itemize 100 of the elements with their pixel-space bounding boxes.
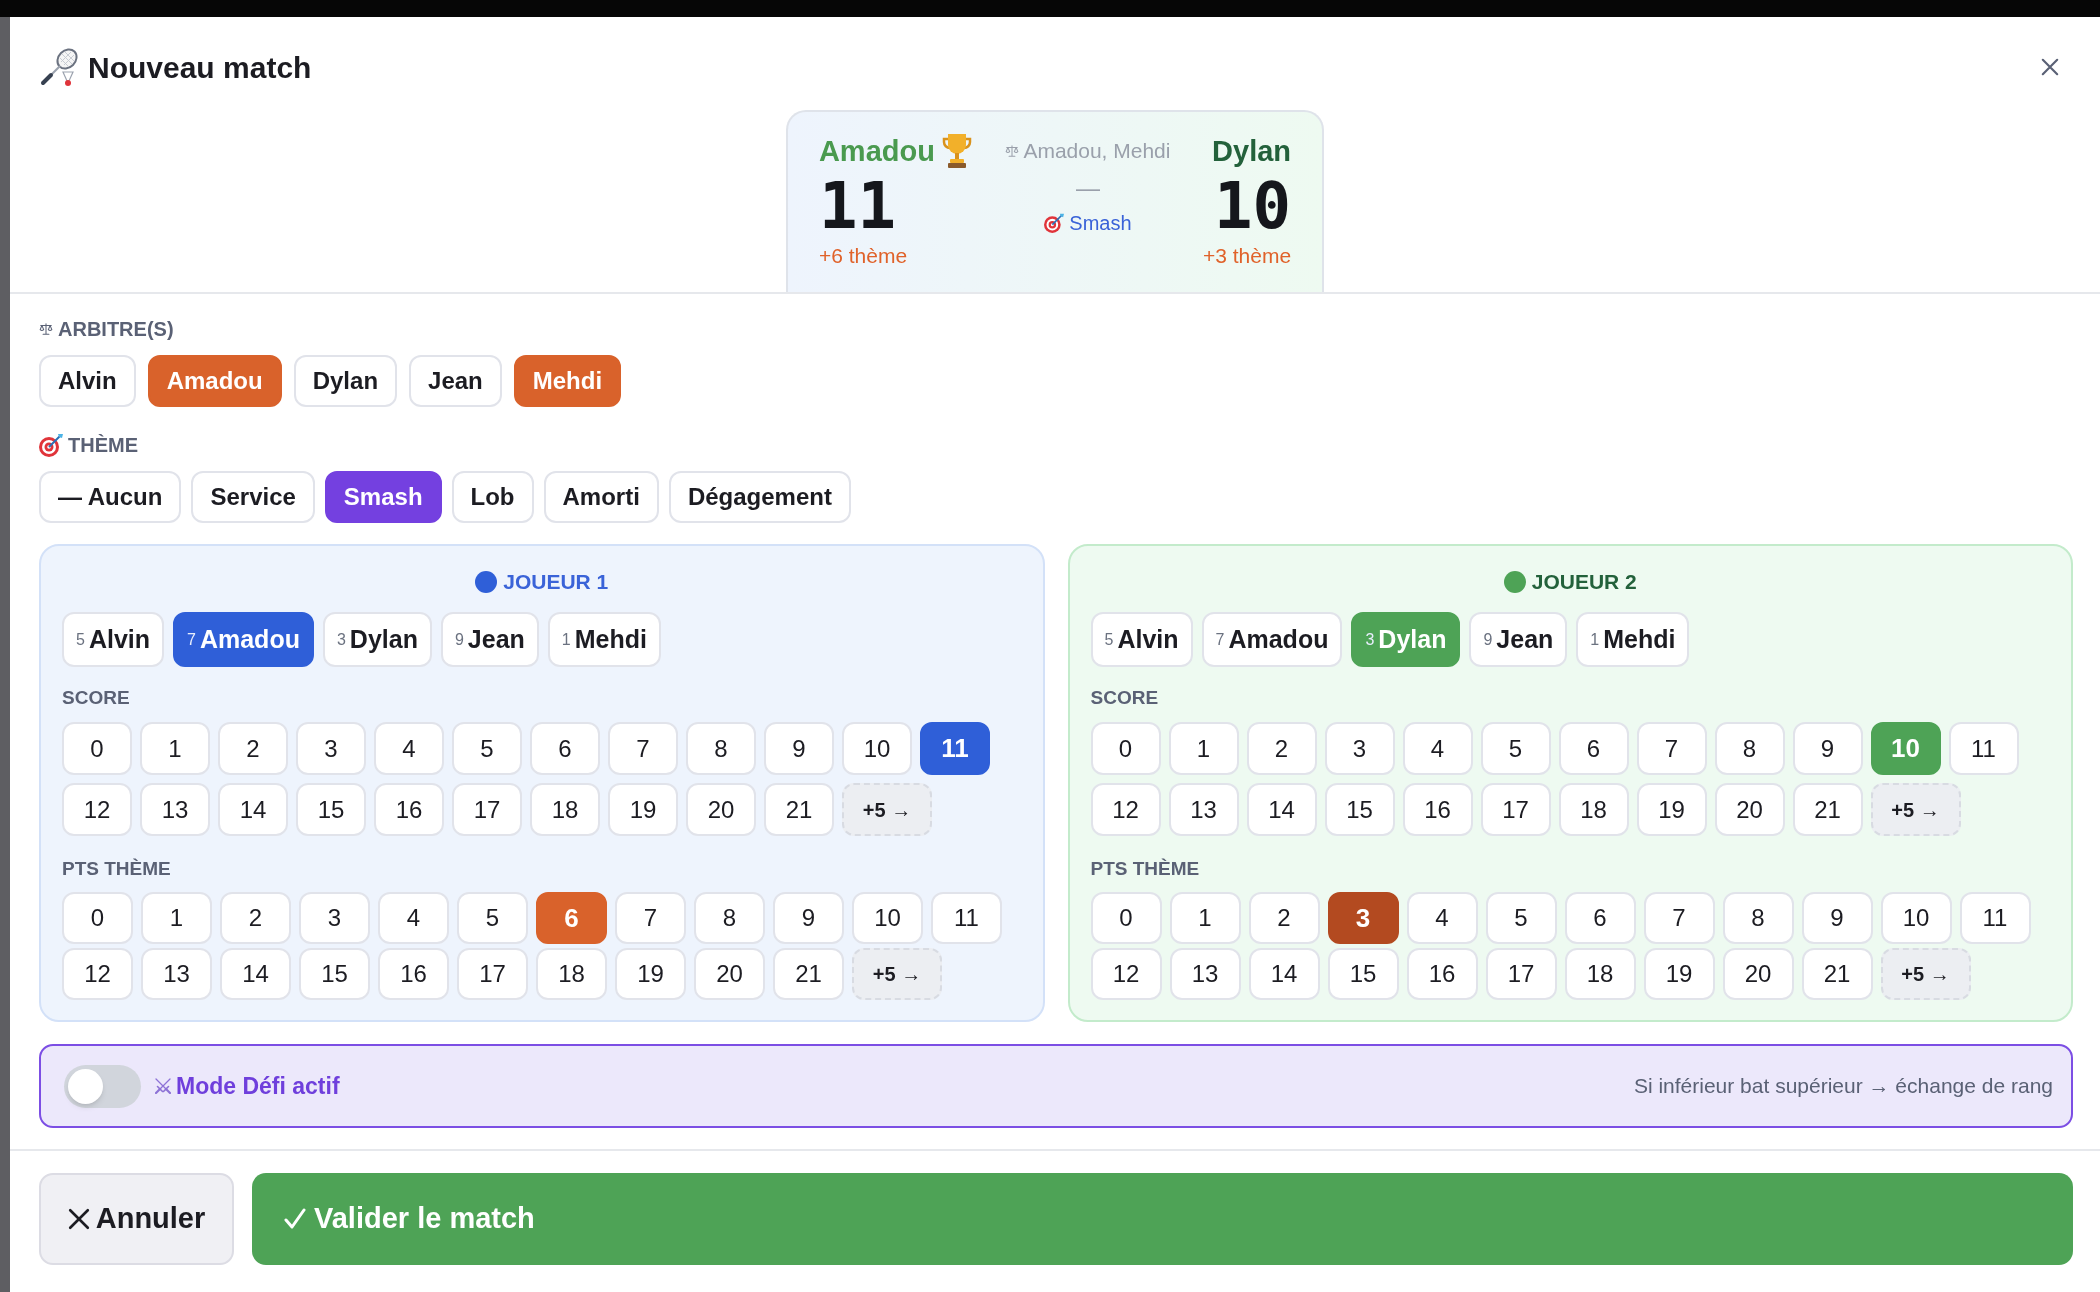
number-option[interactable]: 20 [686,783,756,836]
number-option[interactable]: 8 [686,722,756,775]
number-option[interactable]: 2 [218,722,288,775]
number-option[interactable]: 8 [1722,892,1794,944]
number-option[interactable]: 1 [141,892,212,944]
number-option[interactable]: 0 [62,722,132,775]
number-option[interactable]: 14 [218,783,288,836]
more-button[interactable]: +5 → [1870,783,1961,836]
number-option[interactable]: 5 [1480,722,1551,775]
number-option[interactable]: 10 [852,892,923,944]
number-option[interactable]: 18 [536,948,607,1000]
referee-chip[interactable]: Mehdi [513,355,622,407]
number-option[interactable]: 12 [62,783,132,836]
number-option[interactable]: 16 [378,948,449,1000]
number-option[interactable]: 12 [62,948,133,1000]
number-option[interactable]: 6 [536,892,607,944]
theme-chip[interactable]: Amorti [543,471,659,523]
number-option[interactable]: 12 [1090,948,1162,1000]
number-option[interactable]: 16 [1406,948,1478,1000]
number-option[interactable]: 20 [1714,783,1785,836]
number-option[interactable]: 13 [1169,948,1241,1000]
number-option[interactable]: 1 [140,722,210,775]
number-option[interactable]: 17 [1480,783,1551,836]
number-option[interactable]: 10 [1880,892,1952,944]
number-option[interactable]: 5 [452,722,522,775]
referee-chip[interactable]: Dylan [293,355,398,407]
number-option[interactable]: 3 [1327,892,1399,944]
number-option[interactable]: 2 [1246,722,1317,775]
number-option[interactable]: 6 [530,722,600,775]
player-chip[interactable]: 1 Mehdi [547,612,661,667]
referee-chip[interactable]: Jean [409,355,502,407]
number-option[interactable]: 19 [615,948,686,1000]
player-chip[interactable]: 5 Alvin [1090,612,1193,667]
number-option[interactable]: 3 [1324,722,1395,775]
number-option[interactable]: 0 [62,892,133,944]
referee-chip[interactable]: Amadou [147,355,282,407]
cancel-button[interactable]: Annuler [39,1173,234,1265]
theme-chip[interactable]: Service [191,471,315,523]
player-chip[interactable]: 9 Jean [440,612,539,667]
number-option[interactable]: 5 [457,892,528,944]
number-option[interactable]: 9 [1792,722,1863,775]
number-option[interactable]: 18 [1564,948,1636,1000]
number-option[interactable]: 8 [694,892,765,944]
number-option[interactable]: 4 [1402,722,1473,775]
number-option[interactable]: 4 [374,722,444,775]
referee-chip[interactable]: Alvin [39,355,136,407]
theme-chip[interactable]: Lob [451,471,534,523]
number-option[interactable]: 12 [1090,783,1161,836]
number-option[interactable]: 18 [1558,783,1629,836]
number-option[interactable]: 11 [1959,892,2031,944]
number-option[interactable]: 6 [1564,892,1636,944]
number-option[interactable]: 7 [1636,722,1707,775]
number-option[interactable]: 9 [1801,892,1873,944]
number-option[interactable]: 1 [1169,892,1241,944]
number-option[interactable]: 21 [1792,783,1863,836]
theme-chip[interactable]: — Aucun [39,471,182,523]
number-option[interactable]: 14 [220,948,291,1000]
number-option[interactable]: 17 [457,948,528,1000]
number-option[interactable]: 16 [374,783,444,836]
player-chip[interactable]: 3 Dylan [322,612,432,667]
number-option[interactable]: 0 [1090,722,1161,775]
number-option[interactable]: 4 [1406,892,1478,944]
more-button[interactable]: +5 → [1880,948,1971,1000]
number-option[interactable]: 11 [1948,722,2019,775]
number-option[interactable]: 15 [1324,783,1395,836]
player-chip[interactable]: 9 Jean [1469,612,1568,667]
number-option[interactable]: 6 [1558,722,1629,775]
number-option[interactable]: 8 [1714,722,1785,775]
number-option[interactable]: 3 [299,892,370,944]
more-button[interactable]: +5 → [842,783,932,836]
toggle-switch[interactable] [64,1064,141,1108]
theme-chip[interactable]: Dégagement [668,471,851,523]
more-button[interactable]: +5 → [852,948,942,1000]
number-option[interactable]: 9 [773,892,844,944]
number-option[interactable]: 21 [764,783,834,836]
number-option[interactable]: 14 [1246,783,1317,836]
number-option[interactable]: 14 [1248,948,1320,1000]
number-option[interactable]: 17 [1485,948,1557,1000]
number-option[interactable]: 19 [1636,783,1707,836]
number-option[interactable]: 7 [608,722,678,775]
number-option[interactable]: 0 [1090,892,1162,944]
player-chip[interactable]: 5 Alvin [62,612,165,667]
player-chip[interactable]: 7 Amadou [173,612,314,667]
number-option[interactable]: 11 [920,722,990,775]
number-option[interactable]: 1 [1168,722,1239,775]
number-option[interactable]: 2 [1248,892,1320,944]
number-option[interactable]: 13 [140,783,210,836]
number-option[interactable]: 7 [1643,892,1715,944]
number-option[interactable]: 4 [378,892,449,944]
number-option[interactable]: 17 [452,783,522,836]
number-option[interactable]: 20 [694,948,765,1000]
number-option[interactable]: 18 [530,783,600,836]
number-option[interactable]: 19 [1643,948,1715,1000]
number-option[interactable]: 21 [1801,948,1873,1000]
number-option[interactable]: 3 [296,722,366,775]
number-option[interactable]: 2 [220,892,291,944]
player-chip[interactable]: 7 Amadou [1201,612,1343,667]
number-option[interactable]: 21 [773,948,844,1000]
number-option[interactable]: 20 [1722,948,1794,1000]
number-option[interactable]: 11 [931,892,1002,944]
